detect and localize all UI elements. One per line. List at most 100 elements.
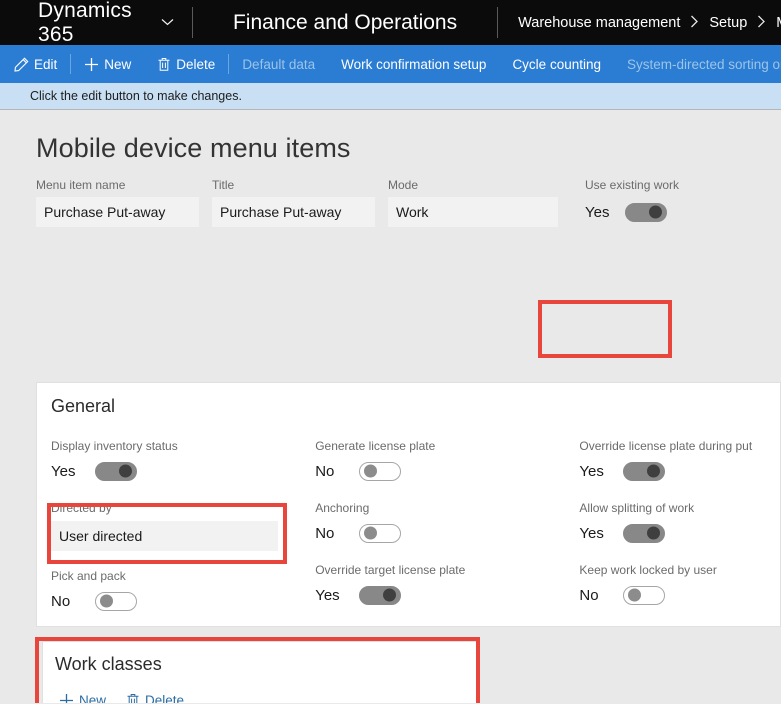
override-license-plate-during-put-toggle[interactable]	[623, 461, 666, 481]
use-existing-work-row: Yes	[585, 197, 715, 227]
general-column-2: Generate license plate No Anchoring No O…	[315, 439, 579, 631]
cycle-counting-button-label: Cycle counting	[512, 56, 601, 72]
work-classes-section-title: Work classes	[55, 654, 162, 674]
brand-menu[interactable]: Dynamics 365	[0, 0, 192, 46]
mode-field[interactable]: Mode Work	[388, 178, 558, 227]
directed-by-field[interactable]: Directed by User directed	[51, 501, 315, 551]
trash-icon	[126, 693, 140, 703]
work-classes-section-card: Work classes New Delete Work class ID	[42, 641, 478, 703]
generate-license-plate-toggle[interactable]	[359, 461, 402, 481]
override-target-license-plate-field[interactable]: Override target license plate Yes	[315, 563, 579, 607]
display-inventory-status-field[interactable]: Display inventory status Yes	[51, 439, 315, 483]
use-existing-work-toggle[interactable]	[625, 202, 668, 222]
menu-item-name-field[interactable]: Menu item name Purchase Put-away	[36, 178, 199, 227]
generate-license-plate-label: Generate license plate	[315, 439, 436, 453]
cycle-counting-button[interactable]: Cycle counting	[499, 45, 614, 83]
allow-splitting-of-work-value: Yes	[579, 524, 604, 542]
allow-splitting-of-work-toggle[interactable]	[623, 523, 666, 543]
chevron-right-icon	[690, 15, 699, 31]
system-directed-sorting-order-button-label: System-directed sorting or	[627, 56, 781, 72]
allow-splitting-of-work-label: Allow splitting of work	[579, 501, 695, 515]
display-inventory-status-value: Yes	[51, 462, 76, 480]
plus-icon	[59, 693, 74, 703]
app-name-cell: Finance and Operations	[193, 0, 497, 45]
keep-work-locked-by-user-value: No	[579, 586, 599, 604]
trash-icon	[157, 57, 171, 72]
brand-label: Dynamics 365	[38, 0, 132, 46]
work-classes-delete-button-label: Delete	[145, 693, 185, 703]
mode-label: Mode	[388, 178, 419, 192]
header-fields: Menu item name Purchase Put-away Title P…	[0, 164, 781, 227]
work-classes-toolbar: New Delete	[43, 675, 477, 703]
title-value[interactable]: Purchase Put-away	[212, 197, 375, 227]
chevron-down-icon[interactable]	[161, 14, 174, 29]
pick-and-pack-field[interactable]: Pick and pack No	[51, 569, 315, 613]
message-bar: Click the edit button to make changes.	[0, 83, 781, 110]
pick-and-pack-value: No	[51, 592, 71, 610]
general-columns: Display inventory status Yes Directed by…	[37, 417, 780, 631]
generate-license-plate-value: No	[315, 462, 335, 480]
edit-button-label: Edit	[34, 56, 58, 72]
use-existing-work-field[interactable]: Use existing work Yes	[585, 178, 715, 227]
generate-license-plate-field[interactable]: Generate license plate No	[315, 439, 579, 483]
override-license-plate-during-put-label: Override license plate during put	[579, 439, 753, 453]
top-navigation-bar: Dynamics 365 Finance and Operations Ware…	[0, 0, 781, 46]
directed-by-value[interactable]: User directed	[51, 521, 278, 551]
directed-by-label: Directed by	[51, 501, 112, 515]
anchoring-toggle[interactable]	[359, 523, 402, 543]
override-target-license-plate-value: Yes	[315, 586, 340, 604]
anchoring-field[interactable]: Anchoring No	[315, 501, 579, 545]
breadcrumb-item-mobile-device-menu-items[interactable]: Mobile de	[776, 15, 781, 31]
system-directed-sorting-order-button: System-directed sorting or	[614, 45, 781, 83]
message-bar-text: Click the edit button to make changes.	[30, 89, 242, 103]
plus-icon	[84, 57, 99, 72]
menu-item-name-value[interactable]: Purchase Put-away	[36, 197, 199, 227]
keep-work-locked-by-user-label: Keep work locked by user	[579, 563, 717, 577]
new-button-label: New	[104, 56, 132, 72]
override-license-plate-during-put-field[interactable]: Override license plate during put Yes	[579, 439, 780, 483]
use-existing-work-value: Yes	[585, 203, 610, 221]
work-confirmation-setup-button[interactable]: Work confirmation setup	[328, 45, 499, 83]
work-confirmation-setup-button-label: Work confirmation setup	[341, 56, 487, 72]
pick-and-pack-toggle[interactable]	[95, 591, 137, 611]
pencil-icon	[14, 57, 29, 72]
action-pane-toolbar: Edit New Delete Default data Work confir…	[0, 45, 781, 83]
annotation-box-use-existing-work	[538, 300, 672, 358]
breadcrumb-item-setup[interactable]: Setup	[709, 15, 747, 31]
title-field[interactable]: Title Purchase Put-away	[212, 178, 375, 227]
keep-work-locked-by-user-toggle[interactable]	[623, 585, 666, 605]
default-data-button: Default data	[229, 45, 328, 83]
work-classes-new-button-label: New	[79, 693, 107, 703]
anchoring-value: No	[315, 524, 335, 542]
pick-and-pack-label: Pick and pack	[51, 569, 126, 583]
page-title: Mobile device menu items	[36, 133, 351, 163]
override-license-plate-during-put-value: Yes	[579, 462, 604, 480]
general-section-card: General Display inventory status Yes Dir…	[36, 382, 781, 627]
breadcrumb: Warehouse management Setup Mobile de	[498, 0, 781, 45]
general-section-title: General	[51, 396, 116, 416]
general-column-1: Display inventory status Yes Directed by…	[51, 439, 315, 631]
work-classes-delete-button[interactable]: Delete	[122, 691, 188, 703]
mode-value[interactable]: Work	[388, 197, 558, 227]
override-target-license-plate-label: Override target license plate	[315, 563, 466, 577]
display-inventory-status-toggle[interactable]	[95, 461, 137, 481]
new-button[interactable]: New	[71, 45, 144, 83]
title-label: Title	[212, 178, 235, 192]
keep-work-locked-by-user-field[interactable]: Keep work locked by user No	[579, 563, 780, 607]
menu-item-name-label: Menu item name	[36, 178, 126, 192]
work-classes-new-button[interactable]: New	[55, 691, 110, 703]
anchoring-label: Anchoring	[315, 501, 370, 515]
edit-button[interactable]: Edit	[0, 45, 70, 83]
default-data-button-label: Default data	[242, 56, 316, 72]
breadcrumb-item-warehouse-management[interactable]: Warehouse management	[518, 15, 680, 31]
display-inventory-status-label: Display inventory status	[51, 439, 178, 453]
app-name-label: Finance and Operations	[232, 10, 458, 34]
allow-splitting-of-work-field[interactable]: Allow splitting of work Yes	[579, 501, 780, 545]
override-target-license-plate-toggle[interactable]	[359, 585, 402, 605]
delete-button-label: Delete	[176, 56, 216, 72]
use-existing-work-label: Use existing work	[585, 178, 680, 192]
chevron-right-icon	[757, 15, 766, 31]
general-column-3: Override license plate during put Yes Al…	[579, 439, 780, 631]
delete-button[interactable]: Delete	[144, 45, 228, 83]
page-body: Mobile device menu items Menu item name …	[0, 110, 781, 703]
